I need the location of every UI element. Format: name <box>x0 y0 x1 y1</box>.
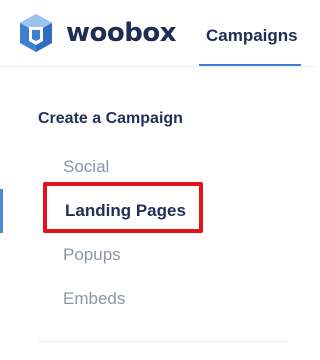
sidebar-item-popups[interactable]: Popups <box>63 245 121 265</box>
tab-campaigns[interactable]: Campaigns <box>206 26 298 46</box>
woobox-wordmark: woobox <box>66 18 177 48</box>
page: woobox Campaigns Create a Campaign Socia… <box>0 0 315 360</box>
sidebar-item-social[interactable]: Social <box>63 157 109 177</box>
tab-campaigns-active-indicator <box>199 64 301 66</box>
sidebar-item-landing-pages[interactable]: Landing Pages <box>65 201 186 221</box>
top-header: woobox Campaigns <box>0 0 315 67</box>
sidebar-item-embeds[interactable]: Embeds <box>63 289 125 309</box>
active-item-marker <box>0 189 3 233</box>
divider <box>38 341 288 342</box>
woobox-logo-icon <box>18 13 54 53</box>
create-campaign-heading: Create a Campaign <box>38 110 183 127</box>
woobox-logo[interactable]: woobox <box>18 13 177 53</box>
